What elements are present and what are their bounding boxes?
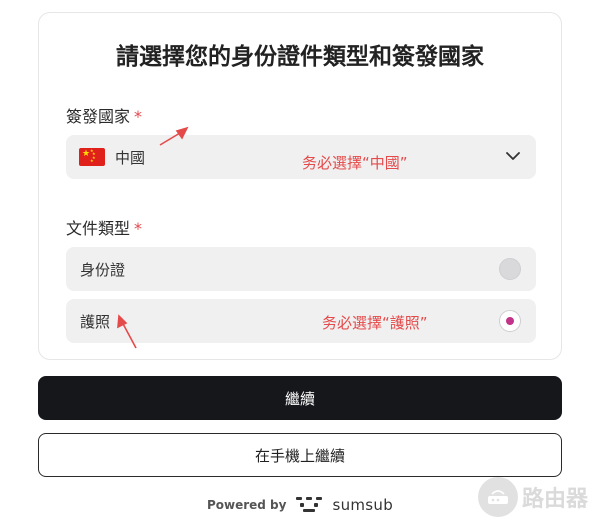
country-annotation: 务必選擇“中國” xyxy=(302,154,408,172)
powered-by-text: Powered by xyxy=(206,498,287,512)
sumsub-brand: sumsub xyxy=(332,496,394,514)
arrow-country-head xyxy=(175,126,189,140)
arrow-passport-head xyxy=(117,314,128,329)
watermark-text: 路由器 xyxy=(521,487,588,512)
sumsub-logo-icon xyxy=(296,497,323,512)
continue-button[interactable]: 繼續 xyxy=(38,376,562,420)
continue-on-phone-button[interactable]: 在手機上繼續 xyxy=(38,433,562,477)
passport-annotation: 务必選擇“護照” xyxy=(322,314,428,332)
watermark: 路由器 xyxy=(477,477,588,517)
router-icon xyxy=(477,477,518,517)
